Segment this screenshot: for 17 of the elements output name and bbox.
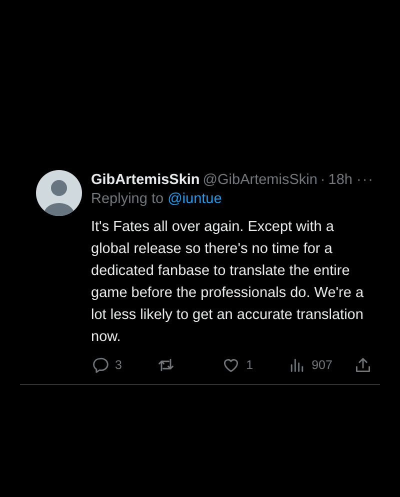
heart-icon — [222, 356, 240, 374]
retweet-icon — [156, 356, 175, 374]
comment-icon — [91, 356, 109, 374]
more-button[interactable]: ··· — [356, 172, 374, 188]
heart-button[interactable]: 1 — [222, 356, 266, 374]
separator-dot: · — [320, 172, 326, 188]
mention-link[interactable]: @iuntue — [168, 191, 222, 207]
comment-button[interactable]: 3 — [91, 356, 135, 374]
share-button[interactable] — [354, 356, 372, 374]
tweet-text: It's Fates all over again. Except with a global release so there's no time for a dedicated fanbase to translate the entire game before the professionals do. We're a lot less likely to get an accurate translation now. — [91, 218, 365, 347]
user-handle[interactable]: @GibArtemisSkin — [202, 172, 318, 188]
avatar-icon[interactable] — [36, 170, 82, 216]
display-name[interactable]: GibArtemisSkin — [91, 172, 200, 188]
replying-to-text: Replying to @iuntue — [91, 191, 223, 207]
timestamp[interactable]: 18h — [328, 172, 352, 188]
bar-chart-button[interactable]: 907 — [288, 356, 332, 374]
share-icon — [354, 356, 372, 374]
